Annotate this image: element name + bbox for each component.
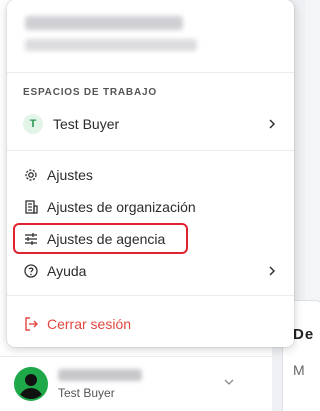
profile-header	[25, 16, 197, 51]
avatar	[14, 367, 48, 401]
user-account-bar[interactable]: Test Buyer	[0, 356, 272, 411]
gear-icon	[23, 167, 39, 183]
redacted-profile-name	[25, 16, 183, 30]
menu-item-label: Ajustes de organización	[47, 199, 196, 215]
workspace-item-test-buyer[interactable]: T Test Buyer	[15, 110, 286, 138]
divider	[7, 72, 294, 73]
menu-item-label: Ayuda	[47, 263, 87, 279]
account-dropdown-menu: ESPACIOS DE TRABAJO T Test Buyer Ajustes	[7, 0, 294, 347]
chevron-right-icon	[269, 119, 276, 129]
divider	[7, 150, 294, 151]
divider	[7, 295, 294, 296]
redacted-user-name	[58, 368, 142, 381]
panel-heading: De	[293, 326, 315, 343]
panel-text: M	[293, 362, 305, 378]
logout-button[interactable]: Cerrar sesión	[15, 310, 286, 338]
menu-item-ayuda[interactable]: Ayuda	[15, 257, 286, 285]
logout-label: Cerrar sesión	[47, 316, 132, 332]
menu-item-ajustes-organizacion[interactable]: Ajustes de organización	[15, 193, 286, 221]
workspaces-section-label: ESPACIOS DE TRABAJO	[23, 87, 157, 98]
user-info: Test Buyer	[58, 368, 142, 400]
logout-icon	[23, 316, 39, 332]
menu-item-label: Ajustes	[47, 167, 93, 183]
user-role: Test Buyer	[58, 385, 115, 400]
help-circle-icon	[23, 263, 39, 279]
redacted-profile-email	[25, 39, 197, 51]
chevron-down-icon[interactable]	[224, 377, 234, 387]
building-icon	[23, 199, 39, 215]
highlight-outline	[13, 223, 188, 254]
workspace-initial-badge: T	[23, 114, 43, 134]
chevron-right-icon	[269, 266, 276, 276]
menu-item-ajustes[interactable]: Ajustes	[15, 161, 286, 189]
workspace-name: Test Buyer	[53, 116, 120, 132]
